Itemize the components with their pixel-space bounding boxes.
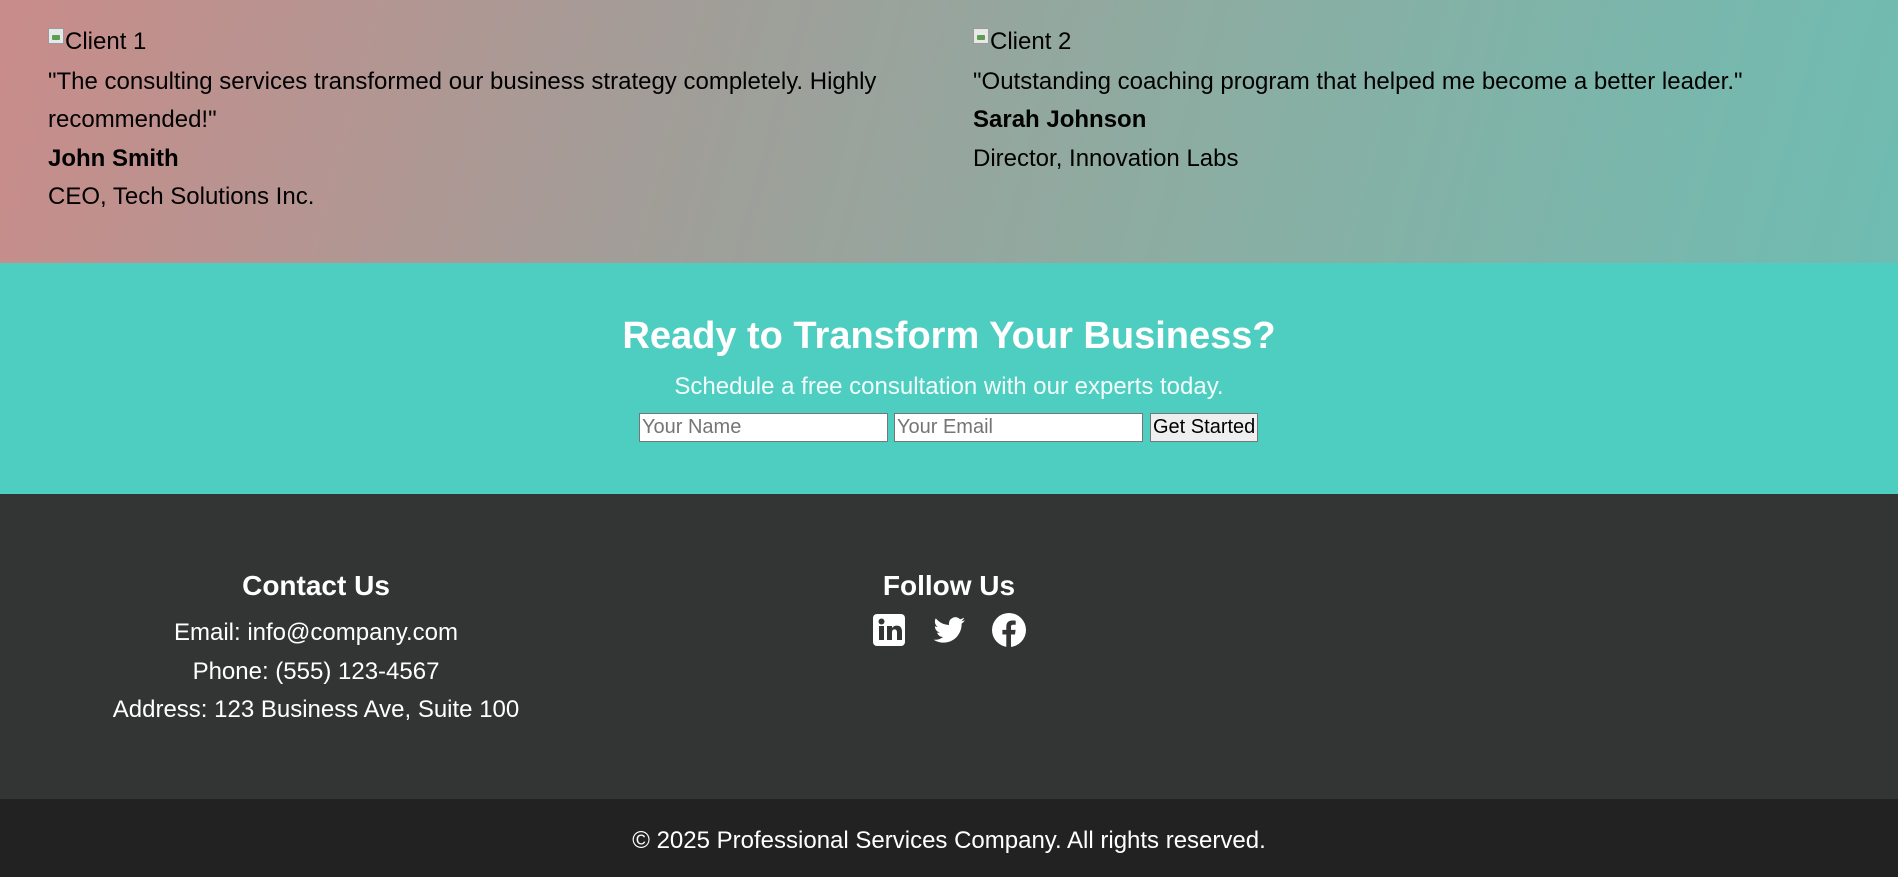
follow-heading: Follow Us xyxy=(882,570,1016,601)
testimonial-author: John Smith xyxy=(48,144,179,172)
contact-section: Contact Us Email: info@company.com Phone… xyxy=(0,570,632,730)
contact-phone: Phone: (555) 123-4567 xyxy=(192,657,440,685)
twitter-icon[interactable] xyxy=(931,612,967,648)
linkedin-icon[interactable] xyxy=(871,612,907,648)
facebook-icon[interactable] xyxy=(991,612,1027,648)
testimonial-author-title: CEO, Tech Solutions Inc. xyxy=(48,183,315,210)
testimonial-card: Client 1 "The consulting services transf… xyxy=(48,23,928,217)
testimonial-quote: "Outstanding coaching program that helpe… xyxy=(973,67,1743,95)
copyright-text: © 2025 Professional Services Company. Al… xyxy=(632,827,1266,854)
consultation-form: Get Started xyxy=(639,413,1259,442)
cta-subheading: Schedule a free consultation with our ex… xyxy=(674,373,1224,400)
email-input[interactable] xyxy=(894,413,1143,442)
testimonial-author-title: Director, Innovation Labs xyxy=(973,144,1239,172)
contact-email: Email: info@company.com xyxy=(173,619,458,646)
contact-heading: Contact Us xyxy=(242,570,390,601)
broken-image-icon xyxy=(48,28,64,44)
client-image-alt: Client 1 xyxy=(65,27,147,55)
footer: Contact Us Email: info@company.com Phone… xyxy=(0,494,1898,799)
follow-section: Follow Us xyxy=(632,570,1266,648)
client-image-alt: Client 2 xyxy=(990,27,1072,55)
cta-heading: Ready to Transform Your Business? xyxy=(622,315,1276,357)
testimonial-author: Sarah Johnson xyxy=(973,106,1147,133)
cta-section: Ready to Transform Your Business? Schedu… xyxy=(0,263,1898,494)
social-links xyxy=(632,612,1266,648)
testimonial-quote: "The consulting services transformed our… xyxy=(48,67,877,134)
testimonial-card: Client 2 "Outstanding coaching program t… xyxy=(973,23,1873,178)
testimonials-section: Client 1 "The consulting services transf… xyxy=(0,0,1898,263)
client-image: Client 1 xyxy=(48,23,146,61)
client-image: Client 2 xyxy=(973,23,1071,61)
copyright-bar: © 2025 Professional Services Company. Al… xyxy=(0,799,1898,877)
get-started-button[interactable]: Get Started xyxy=(1150,413,1259,442)
broken-image-icon xyxy=(973,28,989,44)
contact-address: Address: 123 Business Ave, Suite 100 xyxy=(112,696,520,723)
name-input[interactable] xyxy=(639,413,888,442)
